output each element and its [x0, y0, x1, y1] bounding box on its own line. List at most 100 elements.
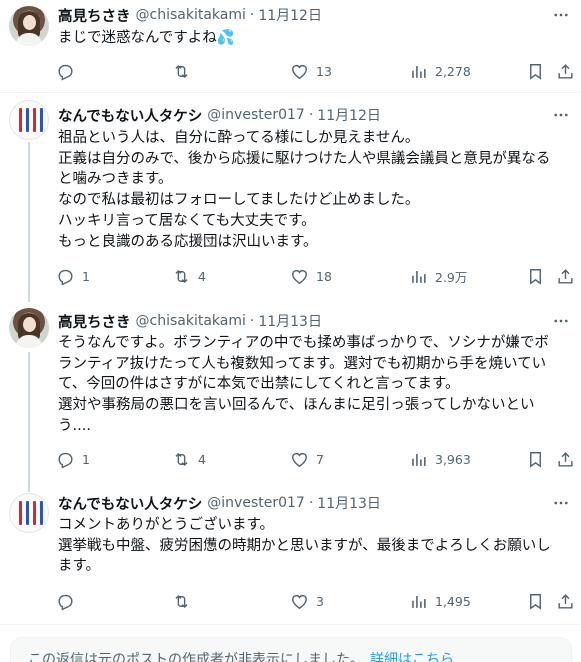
hidden-reply-notice: この返信は元のポストの作成者が非表示にしました。 詳細はこちら	[10, 637, 572, 662]
reply-count: 1	[82, 268, 90, 284]
display-name[interactable]: 高見ちさき	[58, 5, 131, 26]
share-button[interactable]	[556, 448, 575, 470]
more-icon[interactable]	[551, 494, 571, 512]
like-button[interactable]: 18	[290, 265, 332, 287]
more-icon[interactable]	[551, 312, 571, 330]
tweet-text: まじで迷惑なんですよね💦	[58, 28, 572, 49]
user-handle[interactable]: @invester017	[207, 495, 305, 511]
tweet-text-line: そうなんですよ。ボランティアの中でも揉め事ばっかりで、ソシナが嫌でボ	[58, 335, 549, 351]
display-name[interactable]: 高見ちさき	[58, 311, 131, 332]
bookmark-icon	[530, 451, 541, 468]
share-icon	[558, 63, 573, 79]
hidden-reply-text: この返信は元のポストの作成者が非表示にしました。	[28, 652, 364, 662]
display-name[interactable]: なんでもない人タケシ	[58, 493, 202, 514]
like-button[interactable]: 7	[290, 448, 324, 470]
reply-icon	[58, 269, 73, 286]
like-count: 13	[316, 63, 332, 79]
retweet-count: 4	[198, 451, 206, 467]
user-handle[interactable]: @invester017	[207, 107, 305, 123]
user-handle[interactable]: @chisakitakami	[136, 7, 246, 23]
tweet-text-line: 選挙戦も中盤、疲労困憊の時期かと思いますが、最後までよろしくお願いし	[58, 537, 551, 554]
tweet-text-line: まじで迷惑なんですよね💦	[58, 30, 235, 46]
separator-dot: ·	[308, 495, 314, 511]
avatar[interactable]	[9, 100, 49, 140]
separator-dot: ·	[249, 313, 255, 329]
tweet-date[interactable]: 11月12日	[317, 105, 381, 125]
like-icon	[292, 452, 307, 467]
details-link[interactable]: 詳細はこちら	[370, 652, 454, 662]
avatar[interactable]	[9, 308, 49, 348]
tweet-actions: 3 1,495	[0, 590, 581, 612]
tweet-header: なんでもない人タケシ @invester017 · 11月12日	[58, 105, 381, 125]
tweet-text-line: ランティア抜けたって人も複数知ってます。選対でも初期から手を焼いてい	[58, 355, 547, 372]
like-button[interactable]: 3	[290, 590, 324, 612]
like-count: 3	[316, 593, 324, 609]
views-icon	[412, 595, 426, 608]
tweet-text-line: て、今回の件はさすがに本気で出禁にしてくれと言ってます。	[58, 376, 460, 393]
tweet-text-line: ハッキリ言って居なくても大丈夫です。	[58, 212, 316, 229]
share-button[interactable]	[556, 590, 575, 612]
avatar[interactable]	[9, 493, 49, 533]
tweet-date[interactable]: 11月13日	[258, 311, 322, 331]
bookmark-button[interactable]	[526, 265, 545, 287]
retweet-button[interactable]: 4	[172, 265, 206, 287]
tweet-text-line: 祖品という人は、自分に酔ってる様にしか見えません。	[58, 130, 420, 146]
tweet-text: コメントありがとうございます。 選挙戦も中盤、疲労困憊の時期かと思いますが、最後…	[58, 515, 572, 577]
avatar[interactable]	[9, 6, 49, 46]
like-count: 18	[316, 268, 332, 284]
like-icon	[292, 594, 307, 609]
reply-button[interactable]	[56, 60, 82, 82]
like-icon	[292, 269, 307, 284]
reply-icon	[58, 452, 73, 469]
bookmark-button[interactable]	[526, 590, 545, 612]
reply-button[interactable]: 1	[56, 448, 90, 470]
reply-icon	[58, 64, 73, 81]
tweet-text-line: 正義は自分のみで、後から応援に駆けつけた人や県議会議員と意見が異なる	[58, 150, 551, 167]
tweet-text-line: う....	[58, 417, 91, 434]
tweet-actions: 1 4 7 3,963	[0, 448, 581, 470]
tweet-header: なんでもない人タケシ @invester017 · 11月13日	[58, 493, 381, 513]
tweet-header: 高見ちさき @chisakitakami · 11月12日	[58, 5, 322, 25]
share-button[interactable]	[556, 265, 575, 287]
retweet-icon	[175, 452, 188, 466]
share-button[interactable]	[556, 60, 575, 82]
views-count: 3,963	[435, 451, 471, 467]
like-count: 7	[316, 451, 324, 467]
retweet-button[interactable]: 4	[172, 448, 206, 470]
tweet-date[interactable]: 11月13日	[317, 493, 381, 513]
views-button[interactable]: 3,963	[409, 448, 471, 470]
tweet-text-line: ます。	[58, 558, 101, 575]
views-button[interactable]: 2.9万	[409, 265, 467, 287]
bookmark-button[interactable]	[526, 448, 545, 470]
bookmark-icon	[530, 593, 541, 610]
retweet-button[interactable]	[172, 60, 198, 82]
retweet-icon	[175, 269, 188, 283]
bookmark-icon	[530, 63, 541, 80]
tweet-actions: 13 2,278	[0, 60, 581, 82]
reply-button[interactable]	[56, 590, 82, 612]
tweet-text-line: 選対や事務局の悪口を言い回るんで、ほんまに足引っ張ってしかないとい	[58, 397, 535, 414]
user-handle[interactable]: @chisakitakami	[136, 313, 246, 329]
tweet-text-line: もっと良識のある応援団は沢山います。	[58, 233, 318, 250]
tweet-divider	[0, 92, 581, 93]
more-icon[interactable]	[551, 106, 571, 124]
reply-button[interactable]: 1	[56, 265, 90, 287]
views-count: 2.9万	[435, 269, 468, 285]
tweet-date[interactable]: 11月12日	[258, 5, 322, 25]
tweet-text-line: と噛みつきます。	[58, 171, 173, 188]
views-button[interactable]: 1,495	[409, 590, 471, 612]
bookmark-button[interactable]	[526, 60, 545, 82]
more-icon[interactable]	[551, 6, 571, 24]
tweet-text: そうなんですよ。ボランティアの中でも揉め事ばっかりで、ソシナが嫌でボ ランティア…	[58, 333, 572, 437]
display-name[interactable]: なんでもない人タケシ	[58, 105, 202, 126]
tweet-text: 祖品という人は、自分に酔ってる様にしか見えません。 正義は自分のみで、後から応援…	[58, 128, 572, 252]
share-icon	[558, 268, 573, 284]
retweet-button[interactable]	[172, 590, 198, 612]
reply-count: 1	[82, 451, 90, 467]
like-button[interactable]: 13	[290, 60, 332, 82]
thread-line	[28, 352, 30, 492]
views-icon	[412, 270, 426, 283]
views-button[interactable]: 2,278	[409, 60, 471, 82]
retweet-icon	[175, 594, 188, 608]
retweet-icon	[175, 64, 188, 78]
